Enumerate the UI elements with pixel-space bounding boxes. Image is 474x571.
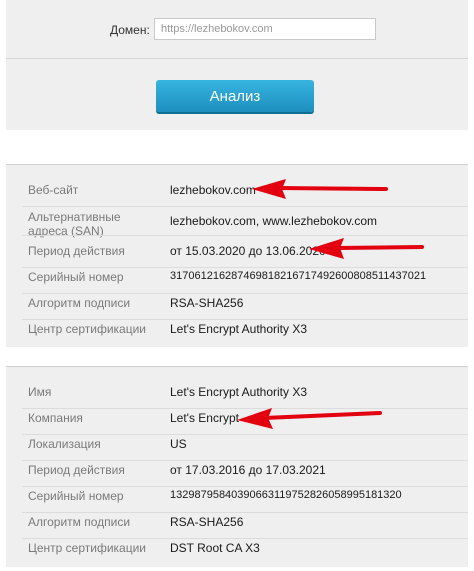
issuer-row-ca: Центр сертификации DST Root CA X3 [6,541,468,563]
row-value: от 17.03.2016 до 17.03.2021 [170,463,326,477]
analyze-button[interactable]: Анализ [156,80,314,112]
row-label: Центр сертификации [28,322,147,336]
domain-input[interactable] [154,18,376,40]
issuer-row-signature: Алгоритм подписи RSA-SHA256 [6,515,468,539]
row-label: Алгоритм подписи [28,515,131,529]
form-divider [6,58,468,59]
domain-form-panel: Домен: Анализ [6,0,468,130]
row-value: RSA-SHA256 [170,296,244,310]
row-value: 13298795840390663119752826058995181320 [170,489,402,501]
row-value: lezhebokov.com, www.lezhebokov.com [170,214,377,228]
issuer-certificate-panel: Имя Let's Encrypt Authority X3 Компания … [6,366,468,567]
red-arrow-icon [252,179,388,199]
row-value: RSA-SHA256 [170,515,244,529]
cert-row-website: Веб-сайт lezhebokov.com [6,183,468,207]
row-value: Let's Encrypt Authority X3 [170,322,308,336]
row-value: Let's Encrypt [170,411,239,425]
row-divider [22,538,468,539]
row-value: lezhebokov.com [170,183,256,197]
row-label: Локализация [28,437,101,451]
row-label: Имя [28,385,52,399]
row-value: US [170,437,187,451]
row-value: от 15.03.2020 до 13.06.2020 [170,244,326,258]
red-arrow-icon [237,408,382,429]
row-divider [22,460,468,461]
row-label: Алгоритм подписи [28,296,131,310]
cert-row-serial: Серийный номер 3170612162874698182167174… [6,270,468,294]
row-divider [22,512,468,513]
row-label: Компания [28,411,83,425]
row-label: Центр сертификации [28,541,147,555]
row-label: Период действия [28,244,125,258]
issuer-row-serial: Серийный номер 1329879584039066311975282… [6,489,468,513]
issuer-row-validity: Период действия от 17.03.2016 до 17.03.2… [6,463,468,487]
row-divider [22,293,468,294]
domain-label: Домен: [110,23,150,37]
cert-row-san: Альтернативные адреса (SAN) lezhebokov.c… [6,210,468,238]
row-label: Серийный номер [28,270,124,284]
row-divider [22,206,468,207]
row-divider [22,267,468,268]
row-label: Период действия [28,463,125,477]
row-value: Let's Encrypt Authority X3 [170,385,308,399]
row-value: DST Root CA X3 [170,541,260,555]
cert-row-signature: Алгоритм подписи RSA-SHA256 [6,296,468,320]
row-divider [22,486,468,487]
cert-row-ca: Центр сертификации Let's Encrypt Authori… [6,322,468,344]
issuer-row-locale: Локализация US [6,437,468,461]
red-arrow-icon [309,238,424,259]
row-label: Серийный номер [28,489,124,503]
row-value: 3170612162874698182167174926008085114370… [170,270,427,282]
row-divider [22,434,468,435]
row-label: Веб-сайт [28,183,79,197]
row-label: Альтернативные адреса (SAN) [28,210,121,238]
row-divider [22,319,468,320]
